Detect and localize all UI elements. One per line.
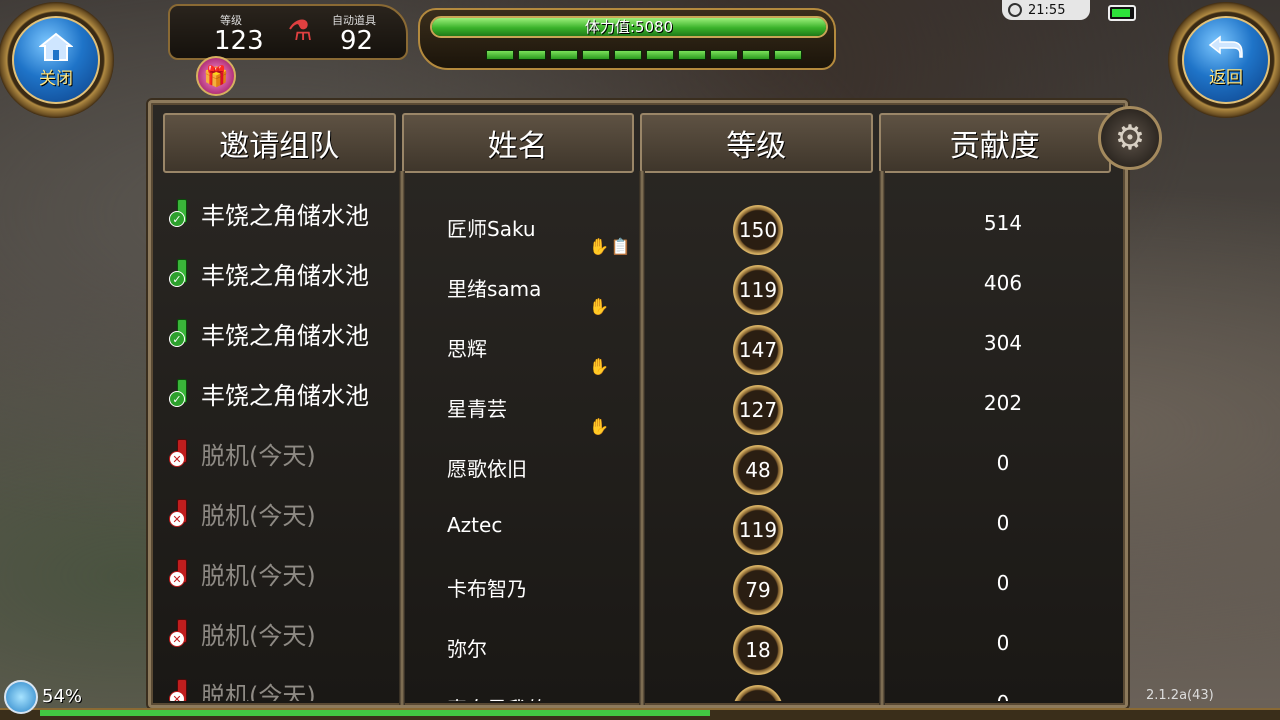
gear-icon: ⚙ [1114, 118, 1146, 158]
settings-gear-button[interactable]: ⚙ [1098, 106, 1162, 170]
contribution-value: 0 [996, 451, 1010, 475]
location-text: 脱机(今天) [201, 681, 316, 702]
header-invite-team[interactable]: 邀请组队 [163, 113, 396, 173]
table-row[interactable]: ✓ 丰饶之角储水池 星青芸 ✋ 127 202 [163, 363, 1111, 436]
offline-phone-icon: ✕ [169, 557, 197, 589]
member-location: ✓ 丰饶之角储水池 [169, 243, 401, 303]
offline-phone-icon: ✕ [169, 437, 197, 469]
home-icon [39, 32, 73, 61]
location-text: 丰饶之角储水池 [201, 321, 369, 350]
clock: 21:55 [1002, 0, 1090, 20]
table-header: 邀请组队 姓名 等级 贡献度 [163, 113, 1111, 173]
back-button[interactable]: 返回 [1168, 2, 1280, 118]
contribution-value: 0 [996, 631, 1010, 655]
table-row[interactable]: ✕脱机(今天) 真白是我的 102 0 [163, 663, 1111, 701]
online-phone-icon: ✓ [169, 377, 197, 409]
member-location: ✓ 丰饶之角储水池 [169, 183, 401, 243]
member-location: ✕ 脱机(今天) [169, 483, 401, 543]
battery-icon [1108, 5, 1136, 21]
member-list[interactable]: ✓ 丰饶之角储水池 匠师Saku ✋ 📋 150 514 ✓ 丰饶之角储水池 里绪sama ✋ 119… [163, 173, 1111, 701]
table-row[interactable]: ✓ 丰饶之角储水池 匠师Saku ✋ 📋 150 514 [163, 183, 1111, 256]
gift-icon[interactable]: 🎁 [196, 56, 236, 96]
member-name: 里绪sama [447, 277, 542, 301]
member-location: ✓ 丰饶之角储水池 [169, 303, 401, 363]
stamina-segment [518, 50, 546, 60]
stamina-panel: 体力值:5080 [418, 8, 836, 70]
table-row[interactable]: ✕ 脱机(今天) 弥尔 18 0 [163, 603, 1111, 675]
member-name: 卡布智乃 [447, 577, 527, 601]
stamina-segment [774, 50, 802, 60]
member-location: ✓ 丰饶之角储水池 [169, 363, 401, 423]
stamina-segment [582, 50, 610, 60]
battery-fill [1112, 9, 1130, 17]
back-label: 返回 [1209, 67, 1243, 88]
table-row[interactable]: ✓ 丰饶之角储水池 思辉 ✋ 147 304 [163, 303, 1111, 376]
stamina-text: 体力值:5080 [584, 18, 674, 36]
header-level[interactable]: 等级 [640, 113, 873, 173]
auto-items-value: 92 [340, 26, 374, 56]
member-location: ✕ 脱机(今天) [169, 663, 401, 701]
member-location: ✕ 脱机(今天) [169, 423, 401, 483]
table-row[interactable]: ✓ 丰饶之角储水池 里绪sama ✋ 119 406 [163, 243, 1111, 316]
contribution-value: 0 [996, 511, 1010, 535]
member-name: 匠师Saku [447, 217, 536, 241]
location-text: 脱机(今天) [201, 621, 316, 650]
location-text: 丰饶之角储水池 [201, 381, 369, 410]
contribution-value: 514 [983, 211, 1023, 235]
loading-icon [4, 680, 38, 714]
contribution-value: 304 [983, 331, 1023, 355]
member-name: 星青芸 [447, 397, 507, 421]
stamina-segment [742, 50, 770, 60]
potion-icon[interactable]: ⚗ [286, 10, 314, 50]
online-phone-icon: ✓ [169, 257, 197, 289]
offline-phone-icon: ✕ [169, 617, 197, 649]
offline-phone-icon: ✕ [169, 497, 197, 529]
stamina-segment [710, 50, 738, 60]
location-text: 丰饶之角储水池 [201, 261, 369, 290]
table-row[interactable]: ✕ 脱机(今天) Aztec 119 0 [163, 483, 1111, 555]
member-name: 愿歌依旧 [447, 457, 527, 481]
stamina-segment [614, 50, 642, 60]
member-name: 真白是我的 [447, 693, 547, 701]
member-location: ✕ 脱机(今天) [169, 603, 401, 663]
clock-time: 21:55 [1028, 2, 1066, 18]
progress-fill [40, 710, 710, 716]
header-contribution[interactable]: 贡献度 [878, 113, 1111, 173]
stamina-segments [486, 50, 802, 60]
progress-percent: 54% [42, 686, 83, 707]
return-arrow-icon [1208, 34, 1243, 58]
contribution-value: 0 [973, 691, 1033, 701]
close-button[interactable]: 关闭 [0, 2, 114, 118]
member-name: 思辉 [447, 337, 487, 361]
stamina-segment [486, 50, 514, 60]
stamina-segment [550, 50, 578, 60]
stamina-bar: 体力值:5080 [430, 16, 828, 38]
location-text: 脱机(今天) [201, 561, 316, 590]
contribution-value: 202 [983, 391, 1023, 415]
member-name: Aztec [447, 513, 503, 537]
online-phone-icon: ✓ [169, 317, 197, 349]
table-row[interactable]: ✕ 脱机(今天) 卡布智乃 79 0 [163, 543, 1111, 615]
contribution-value: 0 [996, 571, 1010, 595]
location-text: 脱机(今天) [201, 501, 316, 530]
guild-member-panel: 邀请组队 姓名 等级 贡献度 ✓ 丰饶之角储水池 匠师Saku ✋ 📋 150 514 ✓ 丰饶… [148, 100, 1128, 708]
stamina-segment [678, 50, 706, 60]
version-text: 2.1.2a(43) [1146, 688, 1214, 703]
header-name[interactable]: 姓名 [401, 113, 634, 173]
location-text: 脱机(今天) [201, 441, 316, 470]
stamina-segment [646, 50, 674, 60]
close-label: 关闭 [39, 68, 73, 89]
clock-icon [1008, 3, 1022, 17]
member-name: 弥尔 [447, 637, 487, 661]
location-text: 丰饶之角储水池 [201, 201, 369, 230]
table-row[interactable]: ✕ 脱机(今天) 愿歌依旧 48 0 [163, 423, 1111, 495]
level-value: 123 [214, 26, 264, 56]
member-location: ✕ 脱机(今天) [169, 543, 401, 603]
contribution-value: 406 [983, 271, 1023, 295]
offline-phone-icon: ✕ [169, 677, 197, 701]
level-badge: 102 [733, 685, 783, 701]
online-phone-icon: ✓ [169, 197, 197, 229]
